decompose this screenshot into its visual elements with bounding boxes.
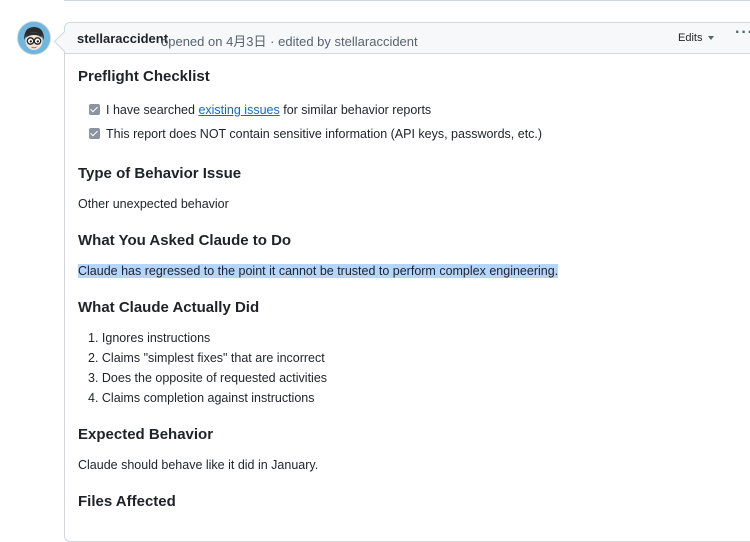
avatar-image [18, 22, 50, 54]
list-item: 2. Claims "simplest fixes" that are inco… [88, 351, 325, 365]
editor-link[interactable]: stellaraccident [335, 34, 418, 49]
checklist-item-1: I have searched existing issues for simi… [89, 103, 431, 117]
checkbox-checked-icon [89, 128, 100, 139]
existing-issues-link[interactable]: existing issues [198, 103, 279, 117]
list-item: 3. Does the opposite of requested activi… [88, 371, 328, 385]
meta-separator: · [270, 34, 275, 49]
author-link[interactable]: stellaraccident [77, 31, 168, 46]
list-item: 4. Claims completion against instruction… [88, 391, 315, 405]
checklist-text: for similar behavior reports [283, 103, 432, 117]
checkbox-checked-icon [89, 104, 100, 115]
opened-date[interactable]: 4月3日 [226, 34, 266, 49]
checklist-text: This report does NOT contain sensitive i… [106, 127, 543, 141]
heading-preflight: Preflight Checklist [78, 68, 210, 85]
edits-dropdown[interactable]: Edits [678, 32, 715, 44]
opened-label: opened on [161, 34, 223, 49]
edited-label: edited by [278, 34, 331, 49]
heading-did: What Claude Actually Did [78, 299, 260, 316]
selected-text: Claude has regressed to the point it can… [78, 264, 559, 278]
heading-expected: Expected Behavior [78, 426, 214, 443]
checklist-item-2: This report does NOT contain sensitive i… [89, 127, 542, 141]
list-item: 1. Ignores instructions [88, 331, 211, 345]
top-divider [64, 0, 750, 1]
heading-files: Files Affected [78, 493, 176, 510]
more-options-icon[interactable]: ··· [735, 24, 750, 42]
author-avatar[interactable] [17, 21, 51, 55]
expected-text: Claude should behave like it did in Janu… [78, 458, 319, 472]
heading-asked: What You Asked Claude to Do [78, 232, 292, 249]
heading-type: Type of Behavior Issue [78, 165, 242, 182]
checklist-text: I have searched [106, 103, 195, 117]
comment-meta: opened on 4月3日 · edited by stellaraccide… [161, 31, 418, 50]
comment-header: stellaraccident opened on 4月3日 · edited … [65, 23, 750, 54]
edits-label: Edits [678, 32, 703, 44]
asked-text: Claude has regressed to the point it can… [78, 264, 559, 278]
chevron-down-icon [708, 36, 715, 41]
issue-comment: stellaraccident opened on 4月3日 · edited … [64, 22, 750, 542]
type-text: Other unexpected behavior [78, 197, 229, 211]
